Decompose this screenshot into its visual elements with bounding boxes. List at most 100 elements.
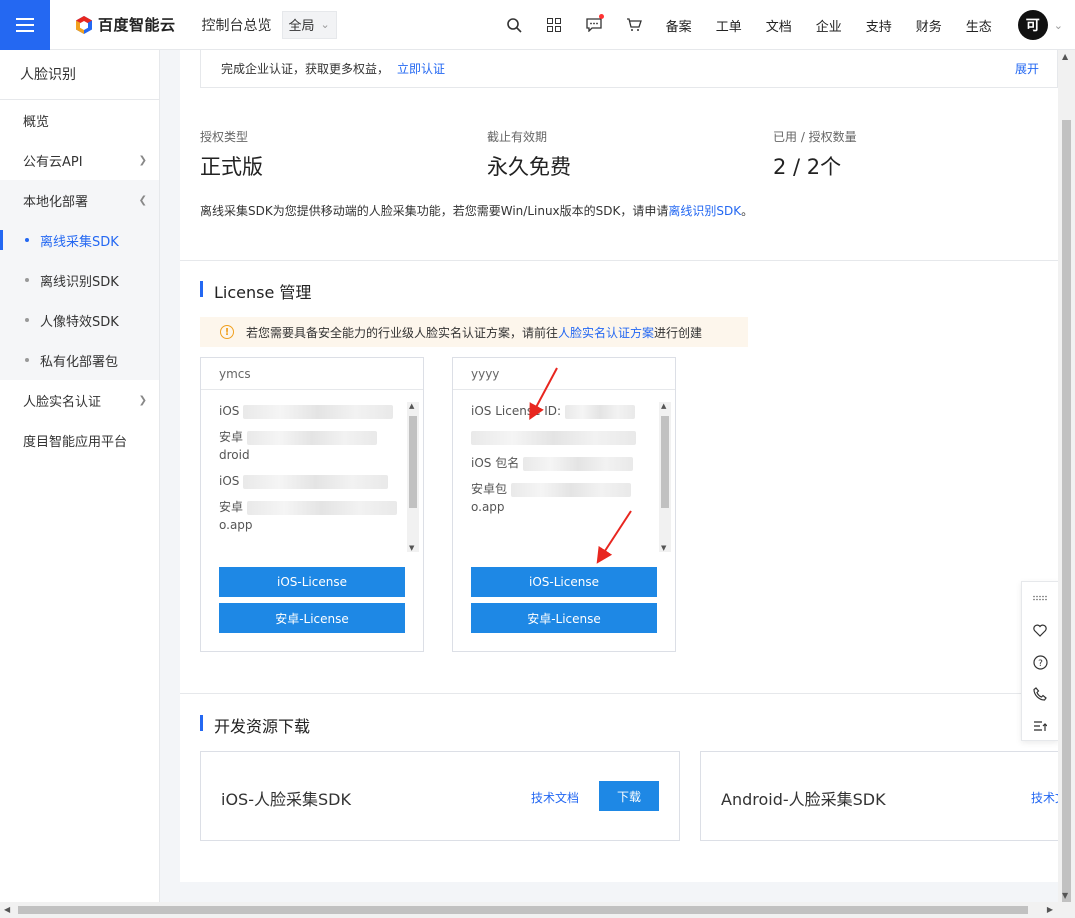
page-horizontal-scrollbar[interactable]: ◀ ▶ bbox=[0, 902, 1075, 918]
unread-dot bbox=[598, 14, 604, 19]
card-name: yyyy bbox=[453, 358, 675, 390]
scroll-thumb[interactable] bbox=[1062, 120, 1071, 918]
brand-name: 百度智能云 bbox=[98, 16, 176, 34]
card-scrollbar[interactable]: ▲ ▼ bbox=[659, 402, 671, 552]
license-card-yyyy: yyyy iOS License ID: iOS 包名 安卓包 o.app ▲ ▼… bbox=[452, 357, 676, 652]
help-icon[interactable]: ? bbox=[1022, 646, 1058, 678]
scroll-thumb[interactable] bbox=[18, 906, 1028, 914]
search-icon[interactable] bbox=[494, 0, 534, 50]
scroll-thumb[interactable] bbox=[409, 416, 417, 508]
sidebar-subitem-label: 离线采集SDK bbox=[40, 234, 119, 250]
top-bar: 百度智能云 控制台总览 全局 ⌄ 备案 工单 文档 企业 支持 财务 生态 可 … bbox=[0, 0, 1075, 50]
nav-beian[interactable]: 备案 bbox=[654, 0, 704, 50]
scroll-down-icon[interactable]: ▼ bbox=[661, 544, 666, 552]
sidebar-item-label: 公有云API bbox=[23, 154, 83, 170]
scroll-down-icon[interactable]: ▼ bbox=[1062, 891, 1068, 900]
nav-ticket[interactable]: 工单 bbox=[704, 0, 754, 50]
scroll-up-icon[interactable]: ▲ bbox=[661, 402, 666, 410]
console-overview-link[interactable]: 控制台总览 bbox=[202, 15, 272, 35]
scroll-left-icon[interactable]: ◀ bbox=[4, 905, 10, 914]
ios-package-field: iOS 包名 bbox=[471, 454, 673, 472]
message-icon[interactable] bbox=[574, 0, 614, 50]
bullet-icon bbox=[25, 278, 29, 282]
offline-recognition-sdk-link[interactable]: 离线识别SDK bbox=[668, 204, 741, 218]
card-scrollbar[interactable]: ▲ ▼ bbox=[407, 402, 419, 552]
ios-license-button[interactable]: iOS-License bbox=[471, 567, 657, 597]
brand-logo[interactable]: 百度智能云 bbox=[74, 14, 176, 35]
downloads-section-title: 开发资源下载 bbox=[200, 713, 310, 737]
phone-icon[interactable] bbox=[1022, 678, 1058, 710]
sidebar-subitem-offline-recognition-sdk[interactable]: 离线识别SDK bbox=[0, 260, 159, 300]
back-to-top-icon[interactable] bbox=[1022, 710, 1058, 742]
realname-solution-link[interactable]: 人脸实名认证方案 bbox=[558, 324, 654, 341]
scroll-right-icon[interactable]: ▶ bbox=[1047, 905, 1053, 914]
warning-icon: ! bbox=[220, 325, 234, 339]
ios-license-id-field: iOS License ID: bbox=[471, 402, 673, 420]
stat-label: 授权类型 bbox=[200, 130, 249, 144]
scroll-thumb[interactable] bbox=[661, 416, 669, 508]
chevron-down-icon: ❯ bbox=[138, 154, 147, 166]
sdk-description: 离线采集SDK为您提供移动端的人脸采集功能，若您需要Win/Linux版本的SD… bbox=[200, 202, 753, 219]
menu-icon[interactable] bbox=[0, 0, 50, 50]
region-value: 全局 bbox=[288, 19, 315, 34]
drag-handle-icon[interactable] bbox=[1022, 582, 1058, 614]
heart-icon[interactable] bbox=[1022, 614, 1058, 646]
scroll-up-icon[interactable]: ▲ bbox=[1062, 52, 1068, 61]
nav-finance[interactable]: 财务 bbox=[904, 0, 954, 50]
region-select[interactable]: 全局 ⌄ bbox=[281, 10, 337, 39]
cart-icon[interactable] bbox=[614, 0, 654, 50]
expand-link[interactable]: 展开 bbox=[1015, 60, 1039, 77]
redacted-value bbox=[564, 404, 635, 419]
chevron-down-icon[interactable]: ⌄ bbox=[1054, 19, 1063, 32]
android-package-field: 安卓包 o.app bbox=[471, 480, 673, 516]
description-text: 离线采集SDK为您提供移动端的人脸采集功能，若您需要Win/Linux版本的SD… bbox=[200, 204, 669, 218]
redacted-value bbox=[471, 430, 636, 445]
divider bbox=[180, 260, 1058, 261]
tech-doc-link[interactable]: 技术文 bbox=[1031, 789, 1058, 806]
sidebar-subitem-offline-capture-sdk[interactable]: 离线采集SDK bbox=[0, 220, 159, 260]
nav-support[interactable]: 支持 bbox=[854, 0, 904, 50]
ios-license-button[interactable]: iOS-License bbox=[219, 567, 405, 597]
card-fields: iOS License ID: iOS 包名 安卓包 o.app bbox=[471, 402, 673, 552]
sdk-name: Android-人脸采集SDK bbox=[721, 790, 886, 809]
nav-ecosystem[interactable]: 生态 bbox=[954, 0, 1004, 50]
nav-enterprise[interactable]: 企业 bbox=[804, 0, 854, 50]
field-label: iOS License ID: bbox=[471, 404, 562, 418]
chevron-down-icon: ⌄ bbox=[320, 18, 330, 31]
sidebar-item-label: 度目智能应用平台 bbox=[23, 434, 128, 450]
nav-docs[interactable]: 文档 bbox=[754, 0, 804, 50]
redacted-value bbox=[243, 474, 389, 489]
page-vertical-scrollbar[interactable]: ▲ ▼ bbox=[1058, 50, 1075, 918]
sidebar-item-dumu-platform[interactable]: 度目智能应用平台 bbox=[0, 420, 159, 460]
download-card-ios: iOS-人脸采集SDK 技术文档 下载 bbox=[200, 751, 680, 841]
field-value: droid bbox=[219, 448, 250, 462]
redacted-value bbox=[510, 482, 631, 497]
sidebar-subitem-private-package[interactable]: 私有化部署包 bbox=[0, 340, 159, 380]
field-label: iOS bbox=[219, 474, 240, 488]
sidebar-subitem-label: 人像特效SDK bbox=[40, 314, 119, 330]
field-label: iOS 包名 bbox=[471, 456, 520, 470]
chevron-up-icon: ❮ bbox=[138, 194, 147, 206]
scroll-down-icon[interactable]: ▼ bbox=[409, 544, 414, 552]
license-card-ymcs: ymcs iOS 安卓 droid iOS 安卓 o.app ▲ ▼ iOS-Li… bbox=[200, 357, 424, 652]
apps-icon[interactable] bbox=[534, 0, 574, 50]
tech-doc-link[interactable]: 技术文档 bbox=[531, 789, 579, 806]
bullet-icon bbox=[25, 358, 29, 362]
android-license-button[interactable]: 安卓-License bbox=[471, 603, 657, 633]
floating-toolbar: ? bbox=[1021, 581, 1059, 741]
cloud-logo-icon bbox=[76, 15, 92, 34]
verify-now-link[interactable]: 立即认证 bbox=[397, 60, 445, 77]
android-license-button[interactable]: 安卓-License bbox=[219, 603, 405, 633]
scroll-up-icon[interactable]: ▲ bbox=[409, 402, 414, 410]
license-stats: 授权类型 正式版 截止有效期 永久免费 已用 / 授权数量 2 / 2个 bbox=[200, 128, 1040, 184]
avatar[interactable]: 可 bbox=[1017, 10, 1048, 40]
card-fields: iOS 安卓 droid iOS 安卓 o.app bbox=[219, 402, 421, 552]
warning-banner: ! 若您需要具备安全能力的行业级人脸实名认证方案，请前往 人脸实名认证方案 进行创建 bbox=[200, 317, 748, 347]
sidebar-item-public-api[interactable]: 公有云API ❯ bbox=[0, 140, 159, 180]
sidebar-subitem-portrait-effects-sdk[interactable]: 人像特效SDK bbox=[0, 300, 159, 340]
sidebar-item-local-deploy[interactable]: 本地化部署 ❮ bbox=[0, 180, 159, 220]
sidebar-item-realname-auth[interactable]: 人脸实名认证 ❯ bbox=[0, 380, 159, 420]
download-button[interactable]: 下载 bbox=[599, 781, 659, 811]
redacted-value bbox=[246, 500, 397, 515]
sidebar-item-overview[interactable]: 概览 bbox=[0, 100, 159, 140]
